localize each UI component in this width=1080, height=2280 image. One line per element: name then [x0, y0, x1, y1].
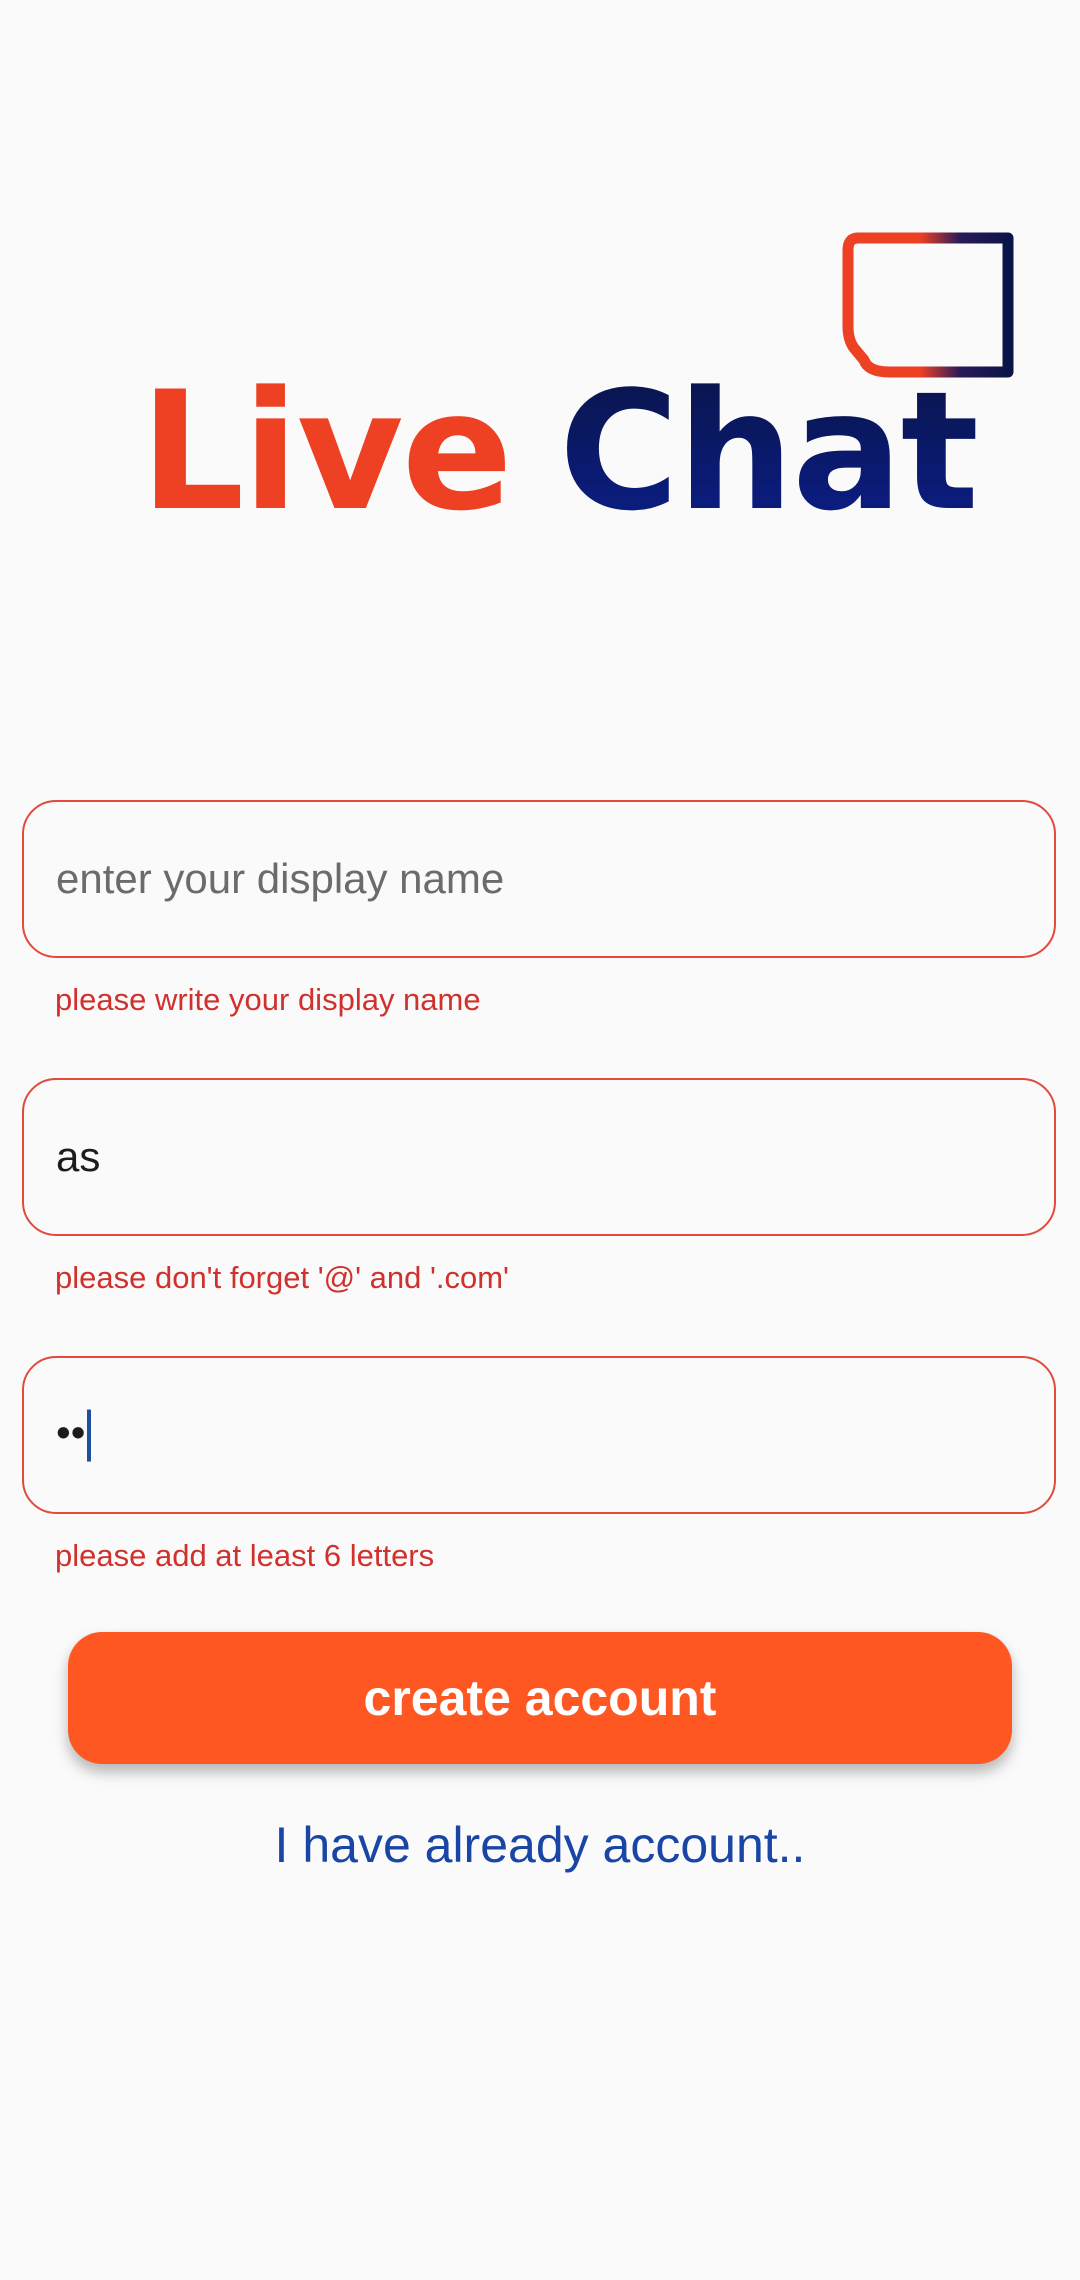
email-error: please don't forget '@' and '.com' [55, 1260, 509, 1295]
password-masked-value: •• [56, 1408, 86, 1456]
text-cursor [87, 1409, 92, 1462]
display-name-field[interactable]: enter your display name [22, 800, 1056, 958]
password-error: please add at least 6 letters [55, 1538, 435, 1573]
password-field[interactable]: •• [22, 1356, 1056, 1514]
logo-word-live: Live [140, 356, 513, 547]
email-field[interactable]: as [22, 1078, 1056, 1236]
app-logo: Live Chat [140, 230, 1040, 550]
password-value-wrap: •• [56, 1408, 92, 1462]
display-name-error: please write your display name [55, 982, 481, 1017]
login-link[interactable]: I have already account.. [0, 1816, 1080, 1874]
display-name-placeholder: enter your display name [56, 855, 505, 902]
create-account-button[interactable]: create account [68, 1632, 1012, 1764]
email-value: as [56, 1133, 101, 1180]
chat-bubble-icon [830, 230, 1030, 430]
